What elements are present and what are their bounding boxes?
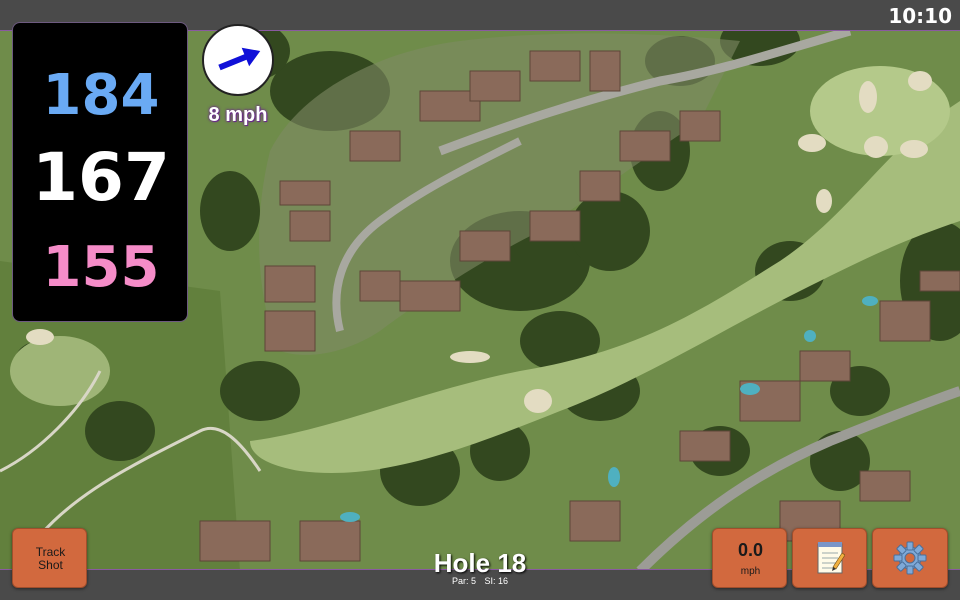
speed-unit: mph [740, 566, 761, 577]
hole-par: Par: 5 [451, 576, 476, 586]
distance-middle: 167 [32, 139, 170, 216]
gear-icon [893, 541, 927, 575]
distance-panel: 184 167 155 [12, 22, 188, 322]
notes-button[interactable] [792, 528, 867, 588]
arrow-right-icon [218, 47, 261, 71]
speed-value: 0.0 [737, 540, 764, 560]
golf-gps-screen: 10:10 184 167 155 8 mph Track Shot Hole … [0, 0, 960, 600]
distance-back: 184 [42, 63, 160, 128]
speed-button[interactable]: 0.0 mph [712, 528, 787, 588]
hole-stroke-index: SI: 16 [484, 576, 509, 586]
notepad-icon [817, 542, 845, 574]
clock: 10:10 [888, 4, 952, 28]
tee-area [10, 336, 110, 406]
track-shot-button[interactable]: Track Shot [12, 528, 87, 588]
distance-front: 155 [42, 235, 160, 300]
hole-details: Par: 5 SI: 16 [400, 576, 560, 586]
track-shot-label: Track Shot [35, 545, 66, 572]
wind-speed: 8 mph [208, 104, 268, 126]
settings-button[interactable] [872, 528, 948, 588]
hole-title: Hole 18 [433, 548, 527, 578]
wind-direction-dial [202, 24, 274, 96]
